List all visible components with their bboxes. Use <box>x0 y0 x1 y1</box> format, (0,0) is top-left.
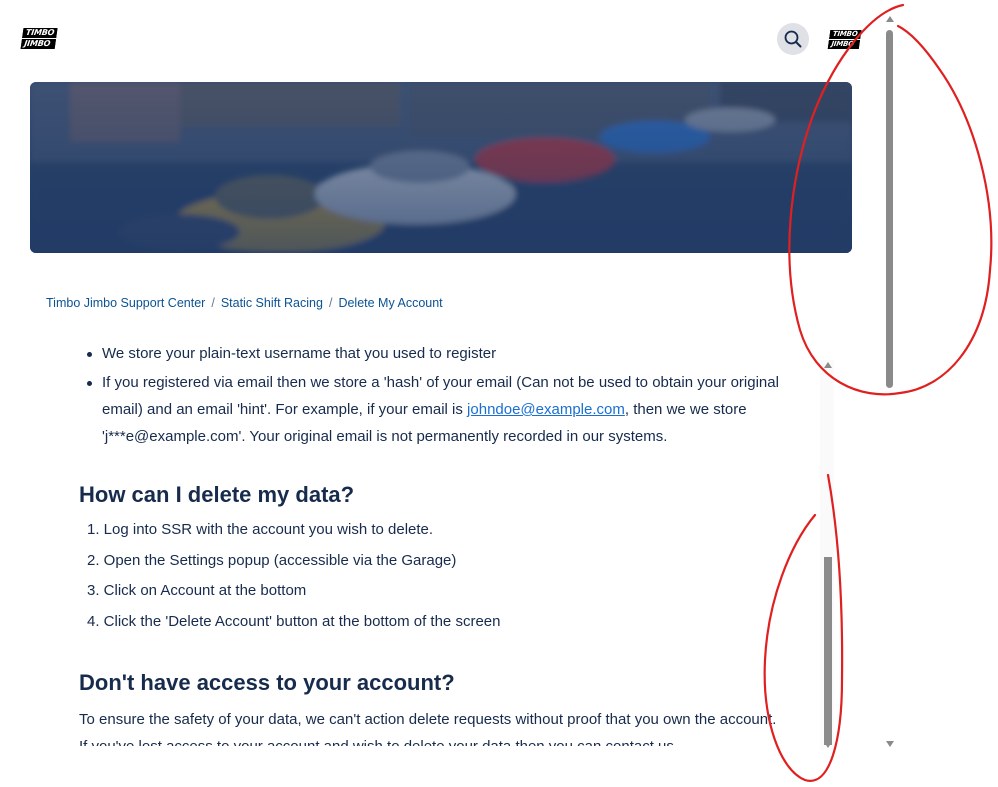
heading-delete-data: How can I delete my data? <box>79 482 355 507</box>
search-icon <box>784 30 802 48</box>
page-scroll-up-arrow[interactable] <box>886 16 894 22</box>
article-viewport[interactable]: We store your plain-text username that y… <box>60 336 800 746</box>
list-item: If you registered via email then we stor… <box>60 369 792 450</box>
hero-banner-image <box>30 82 852 253</box>
bullet-text: We store your plain-text username that y… <box>102 345 497 362</box>
email-link[interactable]: johndoe@example.com <box>467 401 625 418</box>
breadcrumb-separator: / <box>328 296 333 310</box>
content-scroll-up-arrow[interactable] <box>824 362 832 368</box>
page-scrollbar-thumb[interactable] <box>886 30 893 388</box>
content-scroll-down-arrow[interactable] <box>824 742 832 748</box>
step-item: 3. Click on Account at the bottom <box>87 582 307 599</box>
logo-line-2: JIMBO <box>20 39 57 49</box>
breadcrumb-delete-my-account[interactable]: Delete My Account <box>338 296 442 310</box>
list-item: We store your plain-text username that y… <box>60 340 800 367</box>
step-item: 1. Log into SSR with the account you wis… <box>87 521 434 538</box>
page-scroll-down-arrow[interactable] <box>886 741 894 747</box>
avatar-logo-line-1: TIMBO <box>829 30 862 39</box>
brand-logo[interactable]: TIMBO JIMBO <box>20 28 58 50</box>
breadcrumb: Timbo Jimbo Support Center / Static Shift … <box>46 296 443 310</box>
profile-avatar[interactable]: TIMBO JIMBO <box>827 30 862 50</box>
heading-no-access: Don't have access to your account? <box>79 670 455 695</box>
avatar-logo-line-2: JIMBO <box>827 40 860 49</box>
search-button[interactable] <box>777 23 809 55</box>
breadcrumb-support-center[interactable]: Timbo Jimbo Support Center <box>46 296 205 310</box>
breadcrumb-static-shift-racing[interactable]: Static Shift Racing <box>221 296 323 310</box>
logo-line-1: TIMBO <box>22 28 58 38</box>
paragraph-no-access: To ensure the safety of your data, we ca… <box>79 711 777 746</box>
breadcrumb-separator: / <box>211 296 215 310</box>
content-scrollbar-thumb[interactable] <box>824 557 832 745</box>
step-item: 4. Click the 'Delete Account' button at … <box>87 613 501 630</box>
step-item: 2. Open the Settings popup (accessible v… <box>87 552 457 569</box>
